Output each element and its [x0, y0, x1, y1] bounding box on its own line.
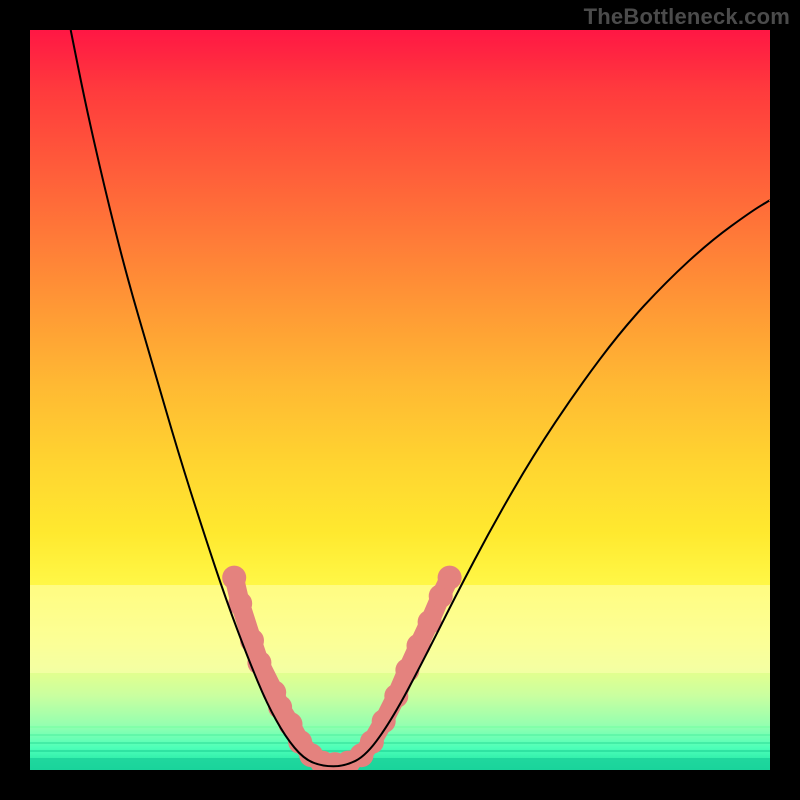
chart-svg [30, 30, 770, 770]
salmon-marker-group [222, 566, 461, 770]
chart-container: TheBottleneck.com [0, 0, 800, 800]
salmon-marker [222, 566, 246, 590]
salmon-marker [395, 658, 419, 682]
salmon-marker [360, 730, 384, 754]
watermark-text: TheBottleneck.com [584, 4, 790, 30]
salmon-marker [438, 566, 462, 590]
plot-area [30, 30, 770, 770]
